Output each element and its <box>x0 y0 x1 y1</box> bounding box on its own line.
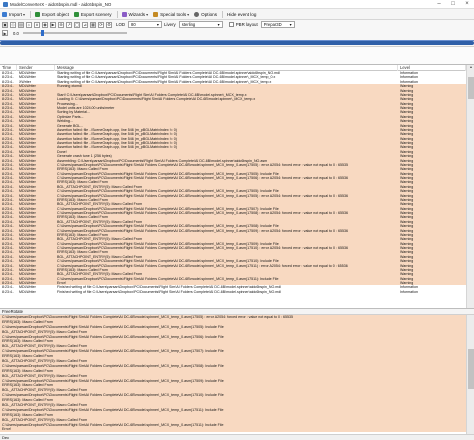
export-icon <box>35 11 41 17</box>
gear-icon <box>194 11 200 17</box>
chevron-down-icon: ▾ <box>187 11 190 17</box>
log-sender: MDLWriter <box>19 289 36 294</box>
status-bar: Dec <box>0 434 474 440</box>
attach-button[interactable]: ⊕ <box>58 21 64 28</box>
special-tools-button[interactable]: Special tools ▾ <box>153 11 190 17</box>
grid-button[interactable]: # <box>34 21 40 28</box>
toolbar-divider <box>30 10 32 18</box>
light-button[interactable]: ☼ <box>26 21 32 28</box>
pbr-checkbox[interactable] <box>228 22 234 27</box>
wizards-label: Wizards <box>128 11 146 17</box>
view-mode-button[interactable]: ▣ <box>2 21 8 28</box>
livery-select[interactable]: sterling ▾ <box>178 21 223 28</box>
log-scrollbar[interactable]: ▲ <box>466 65 474 309</box>
pbr-value: Prepar3D <box>263 22 282 27</box>
details-scroll-thumb[interactable] <box>468 349 474 389</box>
details-scrollbar[interactable] <box>466 315 474 435</box>
export-scenery-button[interactable]: Export scenery <box>73 11 112 17</box>
chevron-down-icon: ▾ <box>146 11 149 17</box>
log-time: 8:23:4.. <box>2 289 14 294</box>
toolbar-divider <box>116 10 118 18</box>
wizards-button[interactable]: Wizards ▾ <box>121 11 149 17</box>
timeline-slider[interactable] <box>22 30 127 36</box>
log-message: Finished writing of file C:\Users\parsan… <box>57 289 282 294</box>
chevron-down-icon: ▾ <box>217 22 220 27</box>
livery-label: Livery <box>164 22 176 27</box>
close-button[interactable]: × <box>460 0 474 9</box>
options-label: Options <box>201 11 218 17</box>
lod-value: 80 <box>131 22 136 27</box>
title-bar: ModelConverterX - aidc6bspin.mdl - aidc6… <box>0 0 474 9</box>
wizard-icon <box>121 11 127 17</box>
special-tools-label: Special tools <box>160 11 187 17</box>
status-text: Dec <box>2 435 10 440</box>
measure-button[interactable]: ⊿ <box>82 21 88 28</box>
wireframe-button[interactable]: ◇ <box>10 21 16 28</box>
texture-button[interactable]: ▤ <box>18 21 24 28</box>
camera-button[interactable]: ◉ <box>42 21 48 28</box>
viewer-toolbar: ▣ ◇ ▤ ☼ # ◉ ▶ ⊕ ↗ ▢ ⊿ ▦ ⟳ ⚙ LOD 80 ▾ Liv… <box>0 20 474 29</box>
hide-event-log-label: Hide event log <box>227 11 257 17</box>
import-label: Import <box>9 11 23 17</box>
options-button[interactable]: Options <box>194 11 218 17</box>
timeline-slider-thumb[interactable] <box>40 30 44 36</box>
log-level: Information <box>400 289 418 294</box>
log-row[interactable]: 8:23:4.. MDLWriter Finished writing of fil… <box>0 289 466 295</box>
window-title: ModelConverterX - aidc6bspin.mdl - aidc6… <box>10 1 112 7</box>
export-scenery-icon <box>73 11 79 17</box>
screenshot-button[interactable]: ▦ <box>90 21 96 28</box>
app-icon <box>3 1 8 7</box>
normals-button[interactable]: ↗ <box>66 21 72 28</box>
chevron-down-icon: ▾ <box>289 22 292 27</box>
livery-value: sterling <box>181 22 196 27</box>
details-panel: FreeRotate C:\Users\parsan\Dropbox\PC\Do… <box>0 308 474 435</box>
maximize-button[interactable]: □ <box>446 0 460 9</box>
aircraft-model <box>0 41 474 45</box>
toolbar-divider <box>222 10 224 18</box>
lod-label: LOD <box>116 22 126 27</box>
pbr-select[interactable]: Prepar3D ▾ <box>260 21 295 28</box>
log-scroll-thumb[interactable] <box>468 77 474 99</box>
animation-button[interactable]: ▶ <box>50 21 56 28</box>
reset-view-button[interactable]: ⟳ <box>98 21 104 28</box>
lod-select[interactable]: 80 ▾ <box>128 21 163 28</box>
details-rows: C:\Users\parsan\Dropbox\PC\Documents\Fli… <box>0 315 466 435</box>
event-log: Time Sender Message Level 8:23:4.. MDLWri… <box>0 64 474 309</box>
details-row[interactable]: Error! <box>0 427 466 433</box>
scroll-up-icon[interactable]: ▲ <box>467 65 474 70</box>
export-object-button[interactable]: Export object <box>35 11 69 17</box>
hide-event-log-button[interactable]: Hide event log <box>227 12 256 17</box>
export-object-label: Export object <box>42 11 69 17</box>
settings-button[interactable]: ⚙ <box>106 21 112 28</box>
tools-icon <box>153 11 159 17</box>
chevron-down-icon: ▾ <box>156 22 160 27</box>
bounds-button[interactable]: ▢ <box>74 21 80 28</box>
pbr-label: PBR layout <box>235 22 258 27</box>
timeline-value: 0.0 <box>13 30 19 36</box>
play-button[interactable]: ▶ <box>2 30 8 36</box>
main-toolbar: Import ▾ Export object Export scenery Wi… <box>0 9 474 20</box>
chevron-down-icon: ▾ <box>23 11 26 17</box>
import-button[interactable]: Import ▾ <box>2 11 26 17</box>
log-rows: 8:23:4.. MDLWriter Starting writing of fil… <box>0 71 466 309</box>
viewport[interactable]: ▶ 0.0 <box>0 29 474 47</box>
model-viewer[interactable]: ▣ ◇ ▤ ☼ # ◉ ▶ ⊕ ↗ ▢ ⊿ ▦ ⟳ ⚙ LOD 80 ▾ Liv… <box>0 20 474 47</box>
viewport-lower[interactable] <box>0 47 474 64</box>
timeline: ▶ 0.0 <box>0 29 474 37</box>
import-icon <box>2 11 7 17</box>
minimize-button[interactable]: – <box>432 0 446 9</box>
export-scenery-label: Export scenery <box>80 11 112 17</box>
